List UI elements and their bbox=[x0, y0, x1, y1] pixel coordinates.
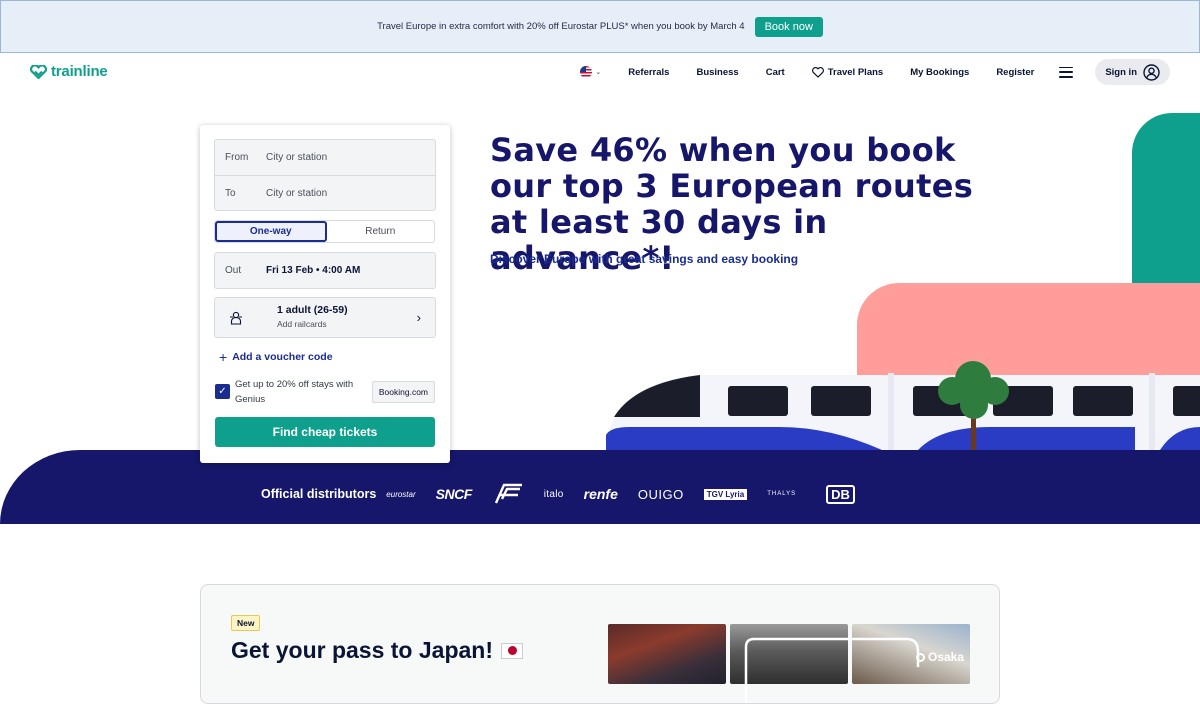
sign-in-label: Sign in bbox=[1105, 66, 1137, 78]
site-header: trainline ⌄ Referrals Business Cart Trav… bbox=[0, 53, 1200, 93]
osaka-text: Osaka bbox=[928, 650, 965, 664]
passengers-value: 1 adult (26-59) bbox=[277, 304, 348, 316]
nav-travel-plans[interactable]: Travel Plans bbox=[811, 66, 884, 78]
genius-option: ✓ Get up to 20% off stays with Genius Bo… bbox=[215, 377, 435, 407]
from-field[interactable]: From City or station bbox=[215, 140, 435, 175]
find-tickets-button[interactable]: Find cheap tickets bbox=[215, 417, 435, 447]
location-dot-icon bbox=[916, 652, 925, 662]
distributors-row: Official distributors eurostar SNCF ital… bbox=[261, 478, 855, 510]
genius-text: Get up to 20% off stays with Genius bbox=[235, 379, 354, 405]
japan-flag-icon bbox=[501, 642, 524, 659]
decorative-green-shape bbox=[1132, 113, 1200, 288]
heart-icon bbox=[811, 66, 824, 78]
db-logo: DB bbox=[826, 484, 855, 504]
language-selector[interactable]: ⌄ bbox=[580, 66, 601, 78]
one-way-option[interactable]: One-way bbox=[215, 221, 327, 242]
logo-text: trainline bbox=[51, 63, 108, 80]
japan-photo-1 bbox=[608, 624, 726, 684]
outbound-field[interactable]: Out Fri 13 Feb • 4:00 AM bbox=[214, 252, 436, 289]
italo-logo: italo bbox=[543, 488, 564, 500]
osaka-label: Osaka bbox=[916, 650, 964, 664]
ouigo-logo: OUIGO bbox=[637, 486, 684, 502]
promo-banner: Travel Europe in extra comfort with 20% … bbox=[0, 0, 1200, 53]
trip-type-toggle: One-way Return bbox=[214, 220, 435, 243]
from-label: From bbox=[225, 152, 249, 163]
nav-cart[interactable]: Cart bbox=[766, 67, 785, 78]
eurostar-logo: eurostar bbox=[386, 489, 416, 499]
route-fields: From City or station To City or station bbox=[214, 139, 436, 211]
add-voucher-link[interactable]: + Add a voucher code bbox=[219, 349, 333, 365]
nav-register[interactable]: Register bbox=[996, 67, 1034, 78]
add-railcards-link[interactable]: Add railcards bbox=[277, 319, 327, 329]
sign-in-button[interactable]: Sign in bbox=[1095, 59, 1170, 85]
trainline-logo[interactable]: trainline bbox=[30, 63, 108, 80]
trenitalia-logo-icon bbox=[492, 483, 524, 505]
to-field[interactable]: To City or station bbox=[215, 175, 435, 210]
nav-referrals[interactable]: Referrals bbox=[628, 67, 669, 78]
out-date-value: Fri 13 Feb • 4:00 AM bbox=[266, 265, 361, 276]
booking-com-badge: Booking.com bbox=[371, 381, 435, 403]
from-input[interactable]: City or station bbox=[266, 152, 327, 163]
nav-my-bookings[interactable]: My Bookings bbox=[910, 67, 969, 78]
out-label: Out bbox=[225, 265, 242, 276]
chevron-down-icon: ⌄ bbox=[595, 69, 602, 76]
us-flag-icon bbox=[580, 66, 593, 78]
route-line bbox=[744, 637, 920, 703]
genius-checkbox[interactable]: ✓ bbox=[215, 384, 230, 399]
hero-subhead: Discover Europe with great savings and e… bbox=[490, 252, 799, 266]
distributors-title: Official distributors bbox=[261, 487, 377, 501]
renfe-logo: renfe bbox=[583, 486, 618, 502]
thalys-logo: THALYS bbox=[767, 491, 797, 497]
tgv-lyria-logo: TGV Lyria bbox=[703, 488, 748, 500]
to-input[interactable]: City or station bbox=[266, 188, 327, 199]
passengers-icon bbox=[230, 311, 242, 325]
nav-business[interactable]: Business bbox=[696, 67, 738, 78]
user-icon bbox=[1143, 63, 1160, 81]
plus-icon: + bbox=[219, 349, 228, 365]
japan-title-text: Get your pass to Japan! bbox=[231, 637, 494, 663]
to-label: To bbox=[225, 187, 236, 199]
train-illustration bbox=[606, 361, 1200, 450]
search-card: From City or station To City or station … bbox=[200, 125, 450, 463]
japan-title: Get your pass to Japan! bbox=[231, 637, 524, 664]
book-now-button[interactable]: Book now bbox=[754, 16, 823, 37]
promo-text: Travel Europe in extra comfort with 20% … bbox=[377, 21, 745, 32]
sncf-logo: SNCF bbox=[435, 486, 473, 502]
japan-pass-card[interactable]: New Get your pass to Japan! Osaka bbox=[200, 584, 1000, 704]
chevron-right-icon: › bbox=[416, 310, 421, 325]
trainline-logo-icon bbox=[30, 64, 47, 79]
nav-travel-plans-label: Travel Plans bbox=[827, 66, 884, 78]
new-badge: New bbox=[231, 615, 261, 631]
passengers-field[interactable]: 1 adult (26-59) Add railcards › bbox=[214, 297, 436, 338]
return-option[interactable]: Return bbox=[327, 221, 435, 242]
voucher-label: Add a voucher code bbox=[232, 351, 333, 363]
menu-icon[interactable] bbox=[1059, 66, 1074, 78]
main-nav: ⌄ Referrals Business Cart Travel Plans M… bbox=[580, 59, 1170, 85]
